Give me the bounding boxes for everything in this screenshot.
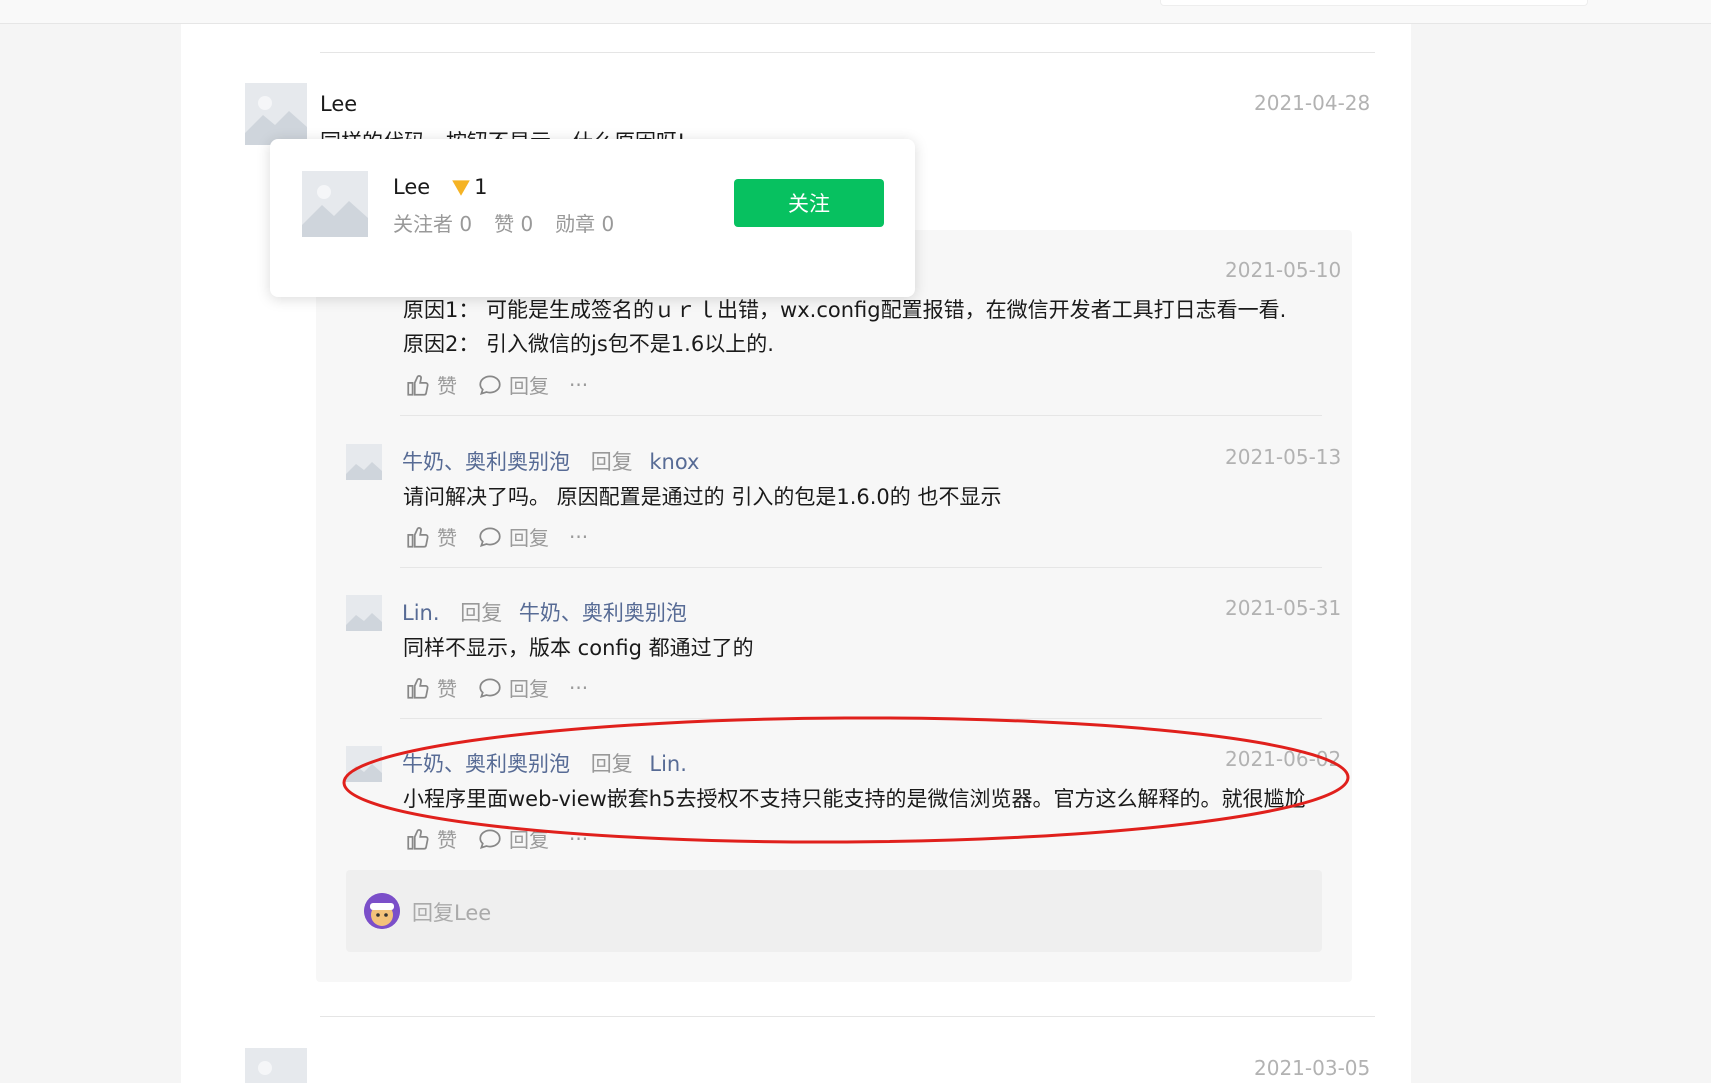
popover-stats: 关注者 0 赞 0 勋章 0: [393, 208, 614, 237]
avatar-placeholder-icon: [245, 1048, 307, 1083]
comment-icon: [479, 526, 501, 547]
reply-label: 回复: [509, 677, 549, 701]
thumb-up-icon: [407, 677, 429, 699]
more-button[interactable]: ···: [569, 676, 588, 700]
reply-text: 小程序里面web-view嵌套h5去授权不支持只能支持的是微信浏览器。官方这么解…: [403, 787, 1306, 811]
reply-text: 同样不显示，版本 config 都通过了的: [403, 636, 754, 660]
avatar[interactable]: [245, 83, 307, 145]
avatar[interactable]: [302, 171, 368, 237]
like-label: 赞: [437, 526, 457, 550]
more-button[interactable]: ···: [569, 525, 588, 549]
reply-actions: 赞 回复 ···: [405, 522, 602, 551]
reply-header: Lin. 回复 牛奶、奥利奥别泡: [402, 597, 687, 627]
like-button[interactable]: 赞: [405, 522, 457, 551]
reply-placeholder: 回复Lee: [412, 901, 492, 925]
reply-button[interactable]: 回复: [477, 370, 549, 399]
thumb-up-icon: [407, 374, 429, 396]
reply-header: 牛奶、奥利奥别泡 回复 Lin.: [402, 748, 687, 778]
divider: [320, 1016, 1375, 1017]
reply-button[interactable]: 回复: [477, 673, 549, 702]
top-bar: [0, 0, 1711, 24]
avatar-placeholder-icon: [346, 595, 382, 631]
popover-name[interactable]: Lee: [393, 175, 430, 199]
reply-word: 回复: [590, 450, 633, 474]
reply-target[interactable]: knox: [649, 450, 699, 474]
stat-followers: 关注者 0: [393, 212, 473, 236]
reply-actions: 赞 回复 ···: [405, 824, 602, 853]
reply-label: 回复: [509, 526, 549, 550]
more-icon: ···: [569, 524, 589, 549]
divider: [400, 415, 1322, 416]
like-button[interactable]: 赞: [405, 673, 457, 702]
reply-actions: 赞 回复 ···: [405, 673, 602, 702]
search-box[interactable]: [1160, 0, 1588, 6]
avatar-placeholder-icon: [302, 171, 368, 237]
reply-target[interactable]: 牛奶、奥利奥别泡: [519, 601, 687, 625]
reply-date: 2021-05-31: [1225, 596, 1342, 620]
reply-author[interactable]: 牛奶、奥利奥别泡: [402, 752, 570, 776]
more-button[interactable]: ···: [569, 827, 588, 851]
reply-button[interactable]: 回复: [477, 522, 549, 551]
avatar[interactable]: [346, 595, 382, 631]
comment-date: 2021-03-05: [1254, 1056, 1371, 1080]
reply-button[interactable]: 回复: [477, 824, 549, 853]
avatar[interactable]: [245, 1048, 307, 1083]
reply-label: 回复: [509, 374, 549, 398]
like-label: 赞: [437, 828, 457, 852]
reply-header: 牛奶、奥利奥别泡 回复 knox: [402, 446, 699, 476]
more-icon: ···: [569, 372, 589, 397]
reply-author[interactable]: Lin.: [402, 601, 440, 625]
reply-label: 回复: [509, 828, 549, 852]
thumb-up-icon: [407, 526, 429, 548]
more-button[interactable]: ···: [569, 373, 588, 397]
like-button[interactable]: 赞: [405, 824, 457, 853]
divider: [400, 567, 1322, 568]
stat-medals: 勋章 0: [555, 212, 615, 236]
reply-author[interactable]: 牛奶、奥利奥别泡: [402, 450, 570, 474]
reply-target[interactable]: Lin.: [649, 752, 687, 776]
avatar-placeholder-icon: [245, 83, 307, 145]
reply-date: 2021-06-02: [1225, 747, 1342, 771]
comment-icon: [479, 374, 501, 395]
reply-input-box[interactable]: 回复Lee: [346, 870, 1322, 952]
reply-text-line: 原因2： 引入微信的js包不是1.6以上的.: [403, 332, 774, 356]
comment-icon: [479, 677, 501, 698]
stat-likes: 赞 0: [494, 212, 534, 236]
like-label: 赞: [437, 677, 457, 701]
badge-count: 1: [474, 175, 488, 199]
badge-icon: [452, 180, 470, 196]
reply-word: 回复: [590, 752, 633, 776]
avatar[interactable]: [346, 746, 382, 782]
divider: [320, 52, 1375, 53]
popover-name-row: Lee 1: [393, 175, 488, 199]
avatar-placeholder-icon: [346, 444, 382, 480]
follow-button[interactable]: 关注: [734, 179, 884, 227]
like-button[interactable]: 赞: [405, 370, 457, 399]
avatar[interactable]: [346, 444, 382, 480]
comment-date: 2021-04-28: [1254, 91, 1371, 115]
level-badge: 1: [450, 175, 488, 199]
comment-text: 同样的代码，按钮不显示，什么原因呀!: [320, 126, 685, 140]
comment-icon: [479, 828, 501, 849]
like-label: 赞: [437, 374, 457, 398]
more-icon: ···: [569, 826, 589, 851]
avatar: [364, 893, 400, 929]
reply-date: 2021-05-10: [1225, 258, 1342, 282]
reply-actions: 赞 回复 ···: [405, 370, 602, 399]
comment-author[interactable]: Lee: [320, 92, 357, 116]
reply-date: 2021-05-13: [1225, 445, 1342, 469]
divider: [400, 718, 1322, 719]
avatar-placeholder-icon: [346, 746, 382, 782]
reply-text-line: 原因1： 可能是生成签名的ｕｒｌ出错，wx.config配置报错，在微信开发者工…: [403, 298, 1287, 322]
more-icon: ···: [569, 675, 589, 700]
thumb-up-icon: [407, 828, 429, 850]
reply-text: 请问解决了吗。 原因配置是通过的 引入的包是1.6.0的 也不显示: [403, 485, 1002, 509]
reply-word: 回复: [460, 601, 503, 625]
